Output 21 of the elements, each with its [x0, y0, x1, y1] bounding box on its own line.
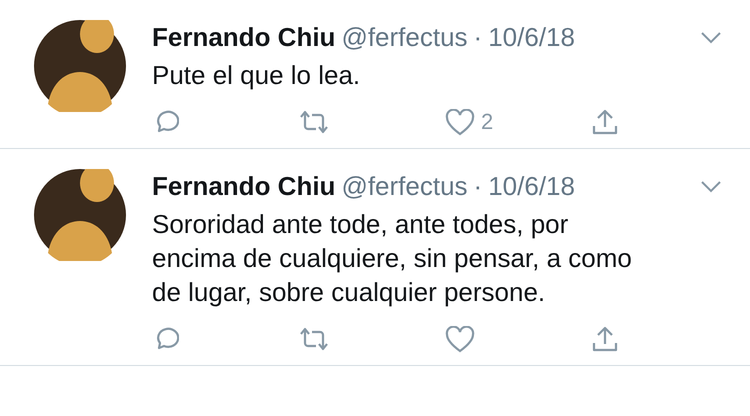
like-count: 2 [481, 109, 494, 135]
chevron-down-icon[interactable] [700, 30, 722, 44]
tweet-date[interactable]: 10/6/18 [488, 20, 575, 54]
separator: · [474, 21, 482, 54]
tweet-text: Sororidad ante tode, ante todes, por encima de cualquiere, sin pensar, a como de lugar, sobre cualquier persone. [152, 208, 633, 309]
user-handle[interactable]: @ferfectus [341, 169, 468, 203]
chevron-down-icon[interactable] [700, 180, 722, 192]
heart-icon[interactable] [445, 108, 475, 136]
share-icon[interactable] [592, 325, 618, 353]
user-handle[interactable]: @ferfectus [341, 20, 468, 54]
tweet-text: Pute el que lo lea. [152, 59, 362, 92]
share-icon[interactable] [592, 108, 618, 136]
retweet-icon[interactable] [298, 326, 330, 352]
tweet-date[interactable]: 10/6/18 [488, 169, 575, 203]
user-name[interactable]: Fernando Chiu [152, 20, 336, 54]
avatar[interactable] [34, 20, 126, 112]
separator: · [474, 170, 482, 203]
retweet-icon[interactable] [298, 109, 330, 135]
avatar[interactable] [34, 169, 126, 261]
user-name[interactable]: Fernando Chiu [152, 169, 336, 203]
heart-icon[interactable] [445, 326, 475, 352]
